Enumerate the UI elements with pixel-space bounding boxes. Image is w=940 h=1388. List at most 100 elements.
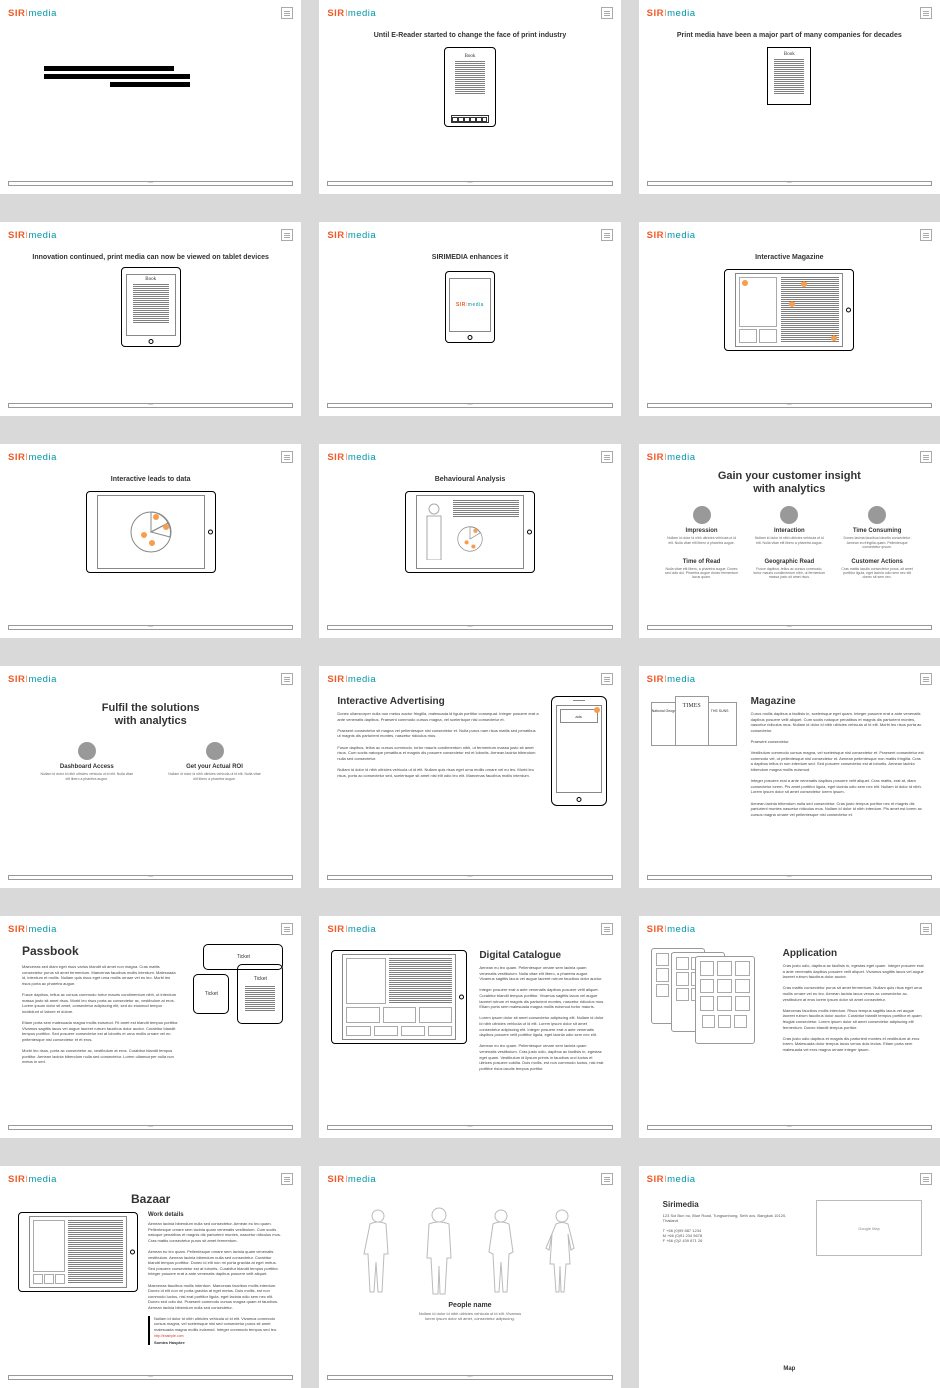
- slide-13: SIRImedia Passbook Maecenas sed diam ege…: [0, 916, 301, 1138]
- analytics-icon: [780, 506, 798, 524]
- logo: SIRImedia: [647, 230, 696, 241]
- slide-16: SIRImedia Bazaar Work details Aenean lac…: [0, 1166, 301, 1388]
- ticket-card: Ticket: [193, 974, 229, 1014]
- logo: SIRImedia: [327, 924, 376, 935]
- logo: SIRImedia: [647, 1174, 696, 1185]
- tablet-illustration: Book: [121, 267, 181, 347]
- bazaar-tablet: [18, 1212, 138, 1292]
- menu-icon[interactable]: [601, 7, 613, 19]
- slide-title: Until E-Reader started to change the fac…: [327, 32, 612, 39]
- menu-icon[interactable]: [281, 1173, 293, 1185]
- slide-12: SIRImedia National Geographic TIMES THE …: [639, 666, 940, 888]
- analytics-item: InteractionNullam id dolor id nibh ultri…: [752, 506, 826, 549]
- slide-title: Interactive leads to data: [8, 476, 293, 483]
- slide-title: Innovation continued, print media can no…: [8, 254, 293, 261]
- logo: SIRImedia: [647, 674, 696, 685]
- slide-title: SIRIMEDIA enhances it: [327, 254, 612, 261]
- menu-icon[interactable]: [281, 673, 293, 685]
- person-icon: [542, 1206, 582, 1296]
- menu-icon[interactable]: [920, 923, 932, 935]
- footer: footer: [327, 181, 612, 186]
- footer: footer: [327, 1125, 612, 1130]
- menu-icon[interactable]: [601, 1173, 613, 1185]
- analytics-item: Time of ReadNulla vitae elit libero, a p…: [665, 559, 739, 580]
- body-text: Aenean lacinia bibendum nulla sed consec…: [148, 1221, 283, 1311]
- slide-11: SIRImedia Interactive Advertising Donec …: [319, 666, 620, 888]
- menu-icon[interactable]: [920, 451, 932, 463]
- tablet-pie-illustration: [86, 491, 216, 573]
- address: 123 Soi Bun nu, Blue Road, Tungsonhong, …: [663, 1213, 800, 1223]
- solution-icon: [78, 742, 96, 760]
- menu-icon[interactable]: [281, 451, 293, 463]
- ad-box: ads: [560, 709, 598, 723]
- footer: footer: [8, 1125, 293, 1130]
- body-text: Donec ullamcorper nulla non metus auctor…: [337, 711, 538, 778]
- section-title: Passbook: [22, 944, 179, 958]
- people-desc: Nullam id dolor id nibh ultricies vehicu…: [415, 1311, 525, 1321]
- map-placeholder[interactable]: Google Map: [816, 1200, 922, 1256]
- solution-icon: [206, 742, 224, 760]
- footer: footer: [8, 625, 293, 630]
- app-stack: [651, 948, 771, 1044]
- menu-icon[interactable]: [281, 7, 293, 19]
- logo: SIRImedia: [8, 924, 57, 935]
- slide-3: SIRImedia Print media have been a major …: [639, 0, 940, 194]
- logo: SIRImedia: [647, 8, 696, 19]
- slide-2: SIRImedia Until E-Reader started to chan…: [319, 0, 620, 194]
- menu-icon[interactable]: [920, 229, 932, 241]
- pie-chart-icon: [126, 507, 176, 557]
- menu-icon[interactable]: [601, 229, 613, 241]
- logo: SIRImedia: [8, 452, 57, 463]
- company-name: Sirimedia: [663, 1200, 800, 1209]
- analytics-item: Time ConsumingDonec lacinia faucibus lob…: [840, 506, 914, 549]
- section-title: Magazine: [751, 696, 924, 707]
- quote-link[interactable]: http://example.com: [154, 1334, 283, 1338]
- app-card: [695, 956, 755, 1044]
- quote-block: Nullam id dolor id nibh ultricies vehicu…: [148, 1316, 283, 1346]
- logo: SIRImedia: [327, 674, 376, 685]
- footer: footer: [647, 181, 932, 186]
- ticket-stack: Ticket Ticket Ticket: [193, 944, 283, 1044]
- solution-item: Dashboard AccessNullam id dolor id nibh …: [38, 742, 136, 780]
- menu-icon[interactable]: [601, 923, 613, 935]
- slide-title: Behavioural Analysis: [327, 476, 612, 483]
- footer: footer: [647, 625, 932, 630]
- menu-icon[interactable]: [920, 1173, 932, 1185]
- footer: footer: [647, 875, 932, 880]
- phone-illustration: ads: [551, 696, 607, 806]
- footer: footer: [8, 403, 293, 408]
- body-text: Maecenas sed diam eget risus varius blan…: [22, 964, 179, 1065]
- slide-5: SIRImedia SIRIMEDIA enhances it SIRImedi…: [319, 222, 620, 416]
- fax: F +66 (0)2 439 871 26: [663, 1238, 800, 1243]
- menu-icon[interactable]: [601, 451, 613, 463]
- section-title: Digital Catalogue: [479, 950, 604, 961]
- body-text: Cras justo odio, dapibus ac facilisis in…: [783, 963, 924, 1053]
- footer: footer: [327, 403, 612, 408]
- catalogue-tablet: [331, 950, 467, 1044]
- footer: footer: [327, 1375, 612, 1380]
- section-title: Application: [783, 948, 924, 959]
- footer: footer: [8, 875, 293, 880]
- slide-10: SIRImedia Fulfil the solutions with anal…: [0, 666, 301, 888]
- people-title: People name: [327, 1302, 612, 1309]
- menu-icon[interactable]: [920, 673, 932, 685]
- logo: SIRImedia: [327, 1174, 376, 1185]
- people-row: [327, 1186, 612, 1296]
- slide-14: SIRImedia Digital Catalogue Aenean eu le…: [319, 916, 620, 1138]
- menu-icon[interactable]: [281, 923, 293, 935]
- slide-grid: SIRImedia footer SIRImedia Until E-Reade…: [0, 0, 940, 1388]
- logo: SIRImedia: [8, 1174, 57, 1185]
- slide-title: Fulfil the solutions with analytics: [8, 702, 293, 728]
- subtitle: Work details: [148, 1212, 283, 1218]
- slide-17: SIRImedia People name Nullam id dolor id…: [319, 1166, 620, 1388]
- logo: SIRImedia: [8, 230, 57, 241]
- footer: footer: [8, 181, 293, 186]
- ereader-illustration: Book: [444, 47, 496, 127]
- analytics-icon: [693, 506, 711, 524]
- menu-icon[interactable]: [281, 229, 293, 241]
- menu-icon[interactable]: [601, 673, 613, 685]
- logo: SIRImedia: [8, 674, 57, 685]
- slide-9: SIRImedia Gain your customer insight wit…: [639, 444, 940, 638]
- body-text: Curus mollis dapibus a facilisis in, sce…: [751, 711, 924, 817]
- menu-icon[interactable]: [920, 7, 932, 19]
